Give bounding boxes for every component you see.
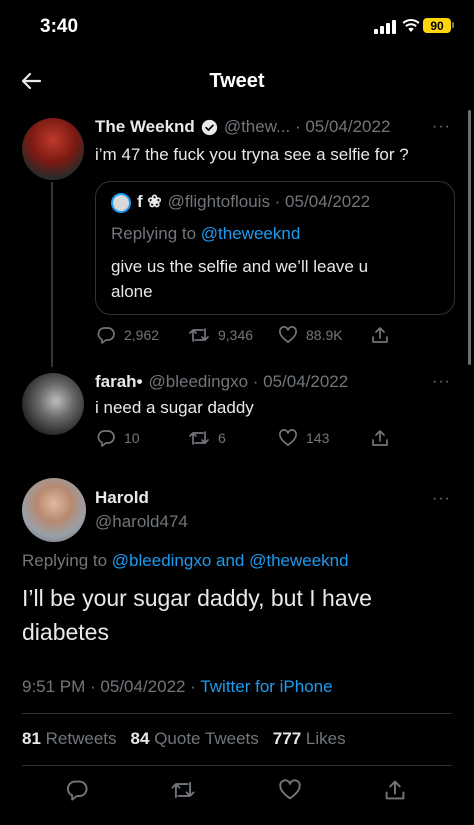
reply-icon — [97, 430, 115, 447]
reply-icon[interactable] — [65, 778, 89, 802]
retweet-button[interactable]: 9,346 — [188, 325, 253, 345]
tweet-header: The Weeknd @thew... · 05/04/2022 — [95, 117, 390, 137]
wifi-icon — [402, 19, 420, 32]
author-handle[interactable]: @harold474 — [95, 512, 188, 532]
tweet-text: i need a sugar daddy — [95, 398, 254, 417]
share-icon[interactable] — [383, 778, 407, 802]
quote-header: f ❀ @flightoflouis · 05/04/2022 — [137, 192, 370, 212]
avatar-flightoflouis[interactable] — [111, 193, 131, 213]
retweet-icon — [189, 431, 209, 445]
like-icon[interactable] — [278, 778, 302, 802]
avatar-bleedingxo[interactable] — [22, 373, 84, 435]
author-meta: @thew... · 05/04/2022 — [223, 117, 391, 136]
like-icon — [279, 326, 297, 343]
quotes-count: 84 — [130, 729, 150, 748]
likes-stat[interactable]: 777 Likes — [273, 729, 346, 749]
reply-count: 2,962 — [124, 327, 160, 343]
quote-text: give us the selfie and we’ll leave u alo… — [111, 257, 369, 301]
quotes-stat[interactable]: 84 Quote Tweets — [131, 729, 259, 749]
author-meta: @bleedingxo · 05/04/2022 — [148, 372, 349, 391]
replying-prefix: Replying to — [22, 551, 108, 570]
quote-replying: Replying to @theweeknd — [111, 224, 300, 244]
reply-count: 10 — [124, 430, 140, 446]
page-title: Tweet — [209, 70, 265, 92]
replying-handles[interactable]: @bleedingxo and @theweeknd — [112, 551, 349, 570]
like-icon — [279, 429, 297, 446]
scrollbar[interactable] — [468, 110, 471, 365]
tweet-stats: 81 Retweets 84 Quote Tweets 777 Likes — [22, 729, 346, 749]
share-icon — [372, 430, 388, 446]
reply-button[interactable]: 2,962 — [96, 325, 159, 345]
retweets-stat[interactable]: 81 Retweets — [22, 729, 117, 749]
like-count: 143 — [306, 430, 330, 446]
likes-count: 777 — [272, 729, 302, 748]
more-icon[interactable]: ··· — [432, 490, 451, 508]
tweet-text: i’m 47 the fuck you tryna see a selfie f… — [95, 145, 409, 164]
verified-badge-icon — [201, 119, 217, 135]
more-icon[interactable]: ··· — [432, 118, 451, 136]
thread-line — [51, 182, 53, 367]
share-button[interactable] — [370, 428, 390, 448]
retweets-label: Retweets — [45, 729, 117, 748]
avatar-harold474[interactable] — [22, 478, 86, 542]
divider — [22, 713, 452, 714]
author-name[interactable]: The Weeknd — [95, 117, 195, 137]
main-tweet-text: I’ll be your sugar daddy, but I have dia… — [22, 585, 372, 645]
like-count: 88.9K — [306, 327, 343, 343]
divider — [22, 765, 452, 766]
retweet-icon[interactable] — [170, 778, 196, 802]
author-name[interactable]: farah• — [95, 372, 143, 392]
like-button[interactable]: 143 — [278, 428, 329, 448]
quote-replying-prefix: Replying to — [111, 224, 197, 243]
reply-icon — [97, 327, 115, 344]
tweet2-header: farah• @bleedingxo · 05/04/2022 — [95, 372, 348, 392]
share-icon — [372, 327, 388, 343]
retweet-button[interactable]: 6 — [188, 428, 226, 448]
signal-icon — [374, 20, 396, 34]
retweet-icon — [189, 328, 209, 342]
time-date: 9:51 PM · 05/04/2022 · — [22, 677, 196, 696]
avatar-theweeknd[interactable] — [22, 118, 84, 180]
reply-button[interactable]: 10 — [96, 428, 140, 448]
battery-icon: 90 — [423, 18, 451, 33]
quote-author-name: f ❀ — [137, 192, 162, 211]
tweet-timestamp: 9:51 PM · 05/04/2022 · Twitter for iPhon… — [22, 677, 333, 697]
quote-replying-handle[interactable]: @theweeknd — [201, 224, 301, 243]
quotes-label: Quote Tweets — [154, 729, 259, 748]
main-replying: Replying to @bleedingxo and @theweeknd — [22, 551, 349, 571]
retweet-count: 6 — [218, 430, 226, 446]
status-time: 3:40 — [40, 16, 79, 37]
battery-tip — [452, 22, 454, 28]
share-button[interactable] — [370, 325, 390, 345]
tweet-source[interactable]: Twitter for iPhone — [200, 677, 332, 696]
retweet-count: 9,346 — [218, 327, 254, 343]
author-name[interactable]: Harold — [95, 488, 149, 508]
like-button[interactable]: 88.9K — [278, 325, 343, 345]
retweets-count: 81 — [22, 729, 41, 748]
quote-author-meta: @flightoflouis · 05/04/2022 — [167, 192, 371, 211]
more-icon[interactable]: ··· — [432, 373, 451, 391]
likes-label: Likes — [305, 729, 346, 748]
